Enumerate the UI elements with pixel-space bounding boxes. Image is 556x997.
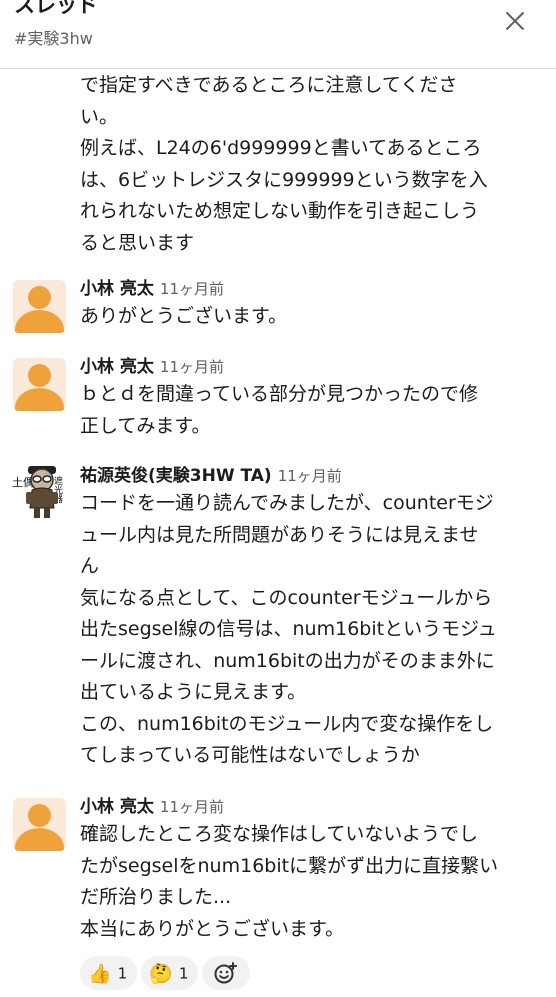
avatar-body-shape	[15, 310, 64, 333]
timestamp[interactable]: 11ヶ月前	[278, 467, 342, 485]
timestamp[interactable]: 11ヶ月前	[160, 798, 224, 816]
message-line: い。	[80, 105, 119, 128]
thinking-face-icon: 🤔	[149, 962, 173, 985]
thread-header: スレッド #実験3hw	[0, 0, 556, 69]
timestamp[interactable]: 11ヶ月前	[160, 280, 224, 298]
dogu-avatar-icon: 土偶 遮光器	[12, 466, 63, 518]
avatar[interactable]	[13, 358, 66, 411]
reaction-count: 1	[117, 964, 128, 983]
avatar[interactable]	[13, 798, 66, 851]
author-name[interactable]: 小林 亮太	[80, 279, 154, 299]
message-line: ールに渡され、num16bitの出力がそのまま外に	[80, 649, 495, 672]
message-line: 気になる点として、このcounterモジュールから	[80, 586, 493, 609]
author-name[interactable]: 小林 亮太	[80, 797, 154, 817]
message-line: 出たsegsel線の信号は、num16bitというモジュ	[80, 618, 497, 640]
avatar-body-shape	[15, 828, 64, 851]
avatar[interactable]: 土偶 遮光器	[10, 464, 70, 520]
reaction-thumbs-up[interactable]: 👍 1	[80, 956, 138, 990]
message-line: れられないため想定しない動作を引き起こしう	[80, 200, 480, 222]
avatar-head-shape	[28, 364, 51, 387]
reaction-count: 1	[178, 964, 189, 983]
thumbs-up-icon: 👍	[88, 962, 112, 985]
avatar[interactable]	[13, 280, 66, 333]
reaction-bar: 👍 1 🤔 1	[80, 956, 251, 992]
message-line: たがsegselをnum16bitに繋がず出力に直接繋い	[80, 854, 499, 877]
message-line: ュール内は見た所問題がありそうには見えませ	[80, 523, 479, 546]
reaction-thinking[interactable]: 🤔 1	[141, 956, 199, 990]
timestamp[interactable]: 11ヶ月前	[160, 358, 224, 376]
message-line: てしまっている可能性はないでしょうか	[80, 744, 420, 766]
message-line: ｂとｄを間違っている部分が見つかったので修	[80, 383, 479, 405]
message-line: コードを一通り読んでみましたが、counterモジ	[80, 492, 494, 514]
message-line: ん	[80, 555, 100, 577]
message-line: 例えば、L24の6'd999999と書いてあるところ	[80, 137, 482, 159]
message-line: 正してみます。	[80, 414, 211, 437]
message-line: 確認したところ変な操作はしていないようでし	[80, 823, 479, 845]
avatar-head-shape	[28, 804, 51, 827]
add-emoji-icon	[214, 962, 238, 984]
author-name[interactable]: 小林 亮太	[80, 357, 154, 377]
message-line: は、6ビットレジスタに999999という数字を入	[80, 168, 488, 191]
message-line: ありがとうございます。	[80, 305, 288, 327]
message-line: この、num16bitのモジュール内で変な操作をし	[80, 712, 494, 735]
avatar-head-shape	[28, 286, 51, 309]
add-reaction-button[interactable]	[202, 956, 251, 990]
close-icon[interactable]	[500, 6, 530, 36]
channel-name[interactable]: #実験3hw	[14, 28, 93, 50]
message-line: ると思います	[80, 231, 195, 254]
message-line: だ所治りました...	[80, 886, 232, 908]
thread-title: スレッド	[14, 0, 98, 17]
message-line: 本当にありがとうございます。	[80, 917, 345, 940]
avatar-body-shape	[15, 388, 64, 411]
author-name[interactable]: 祐源英俊(実験3HW TA)	[80, 466, 272, 486]
message-line: で指定すべきであるところに注意してくださ	[80, 74, 458, 96]
message-line: 出ているように見えます。	[80, 681, 307, 703]
